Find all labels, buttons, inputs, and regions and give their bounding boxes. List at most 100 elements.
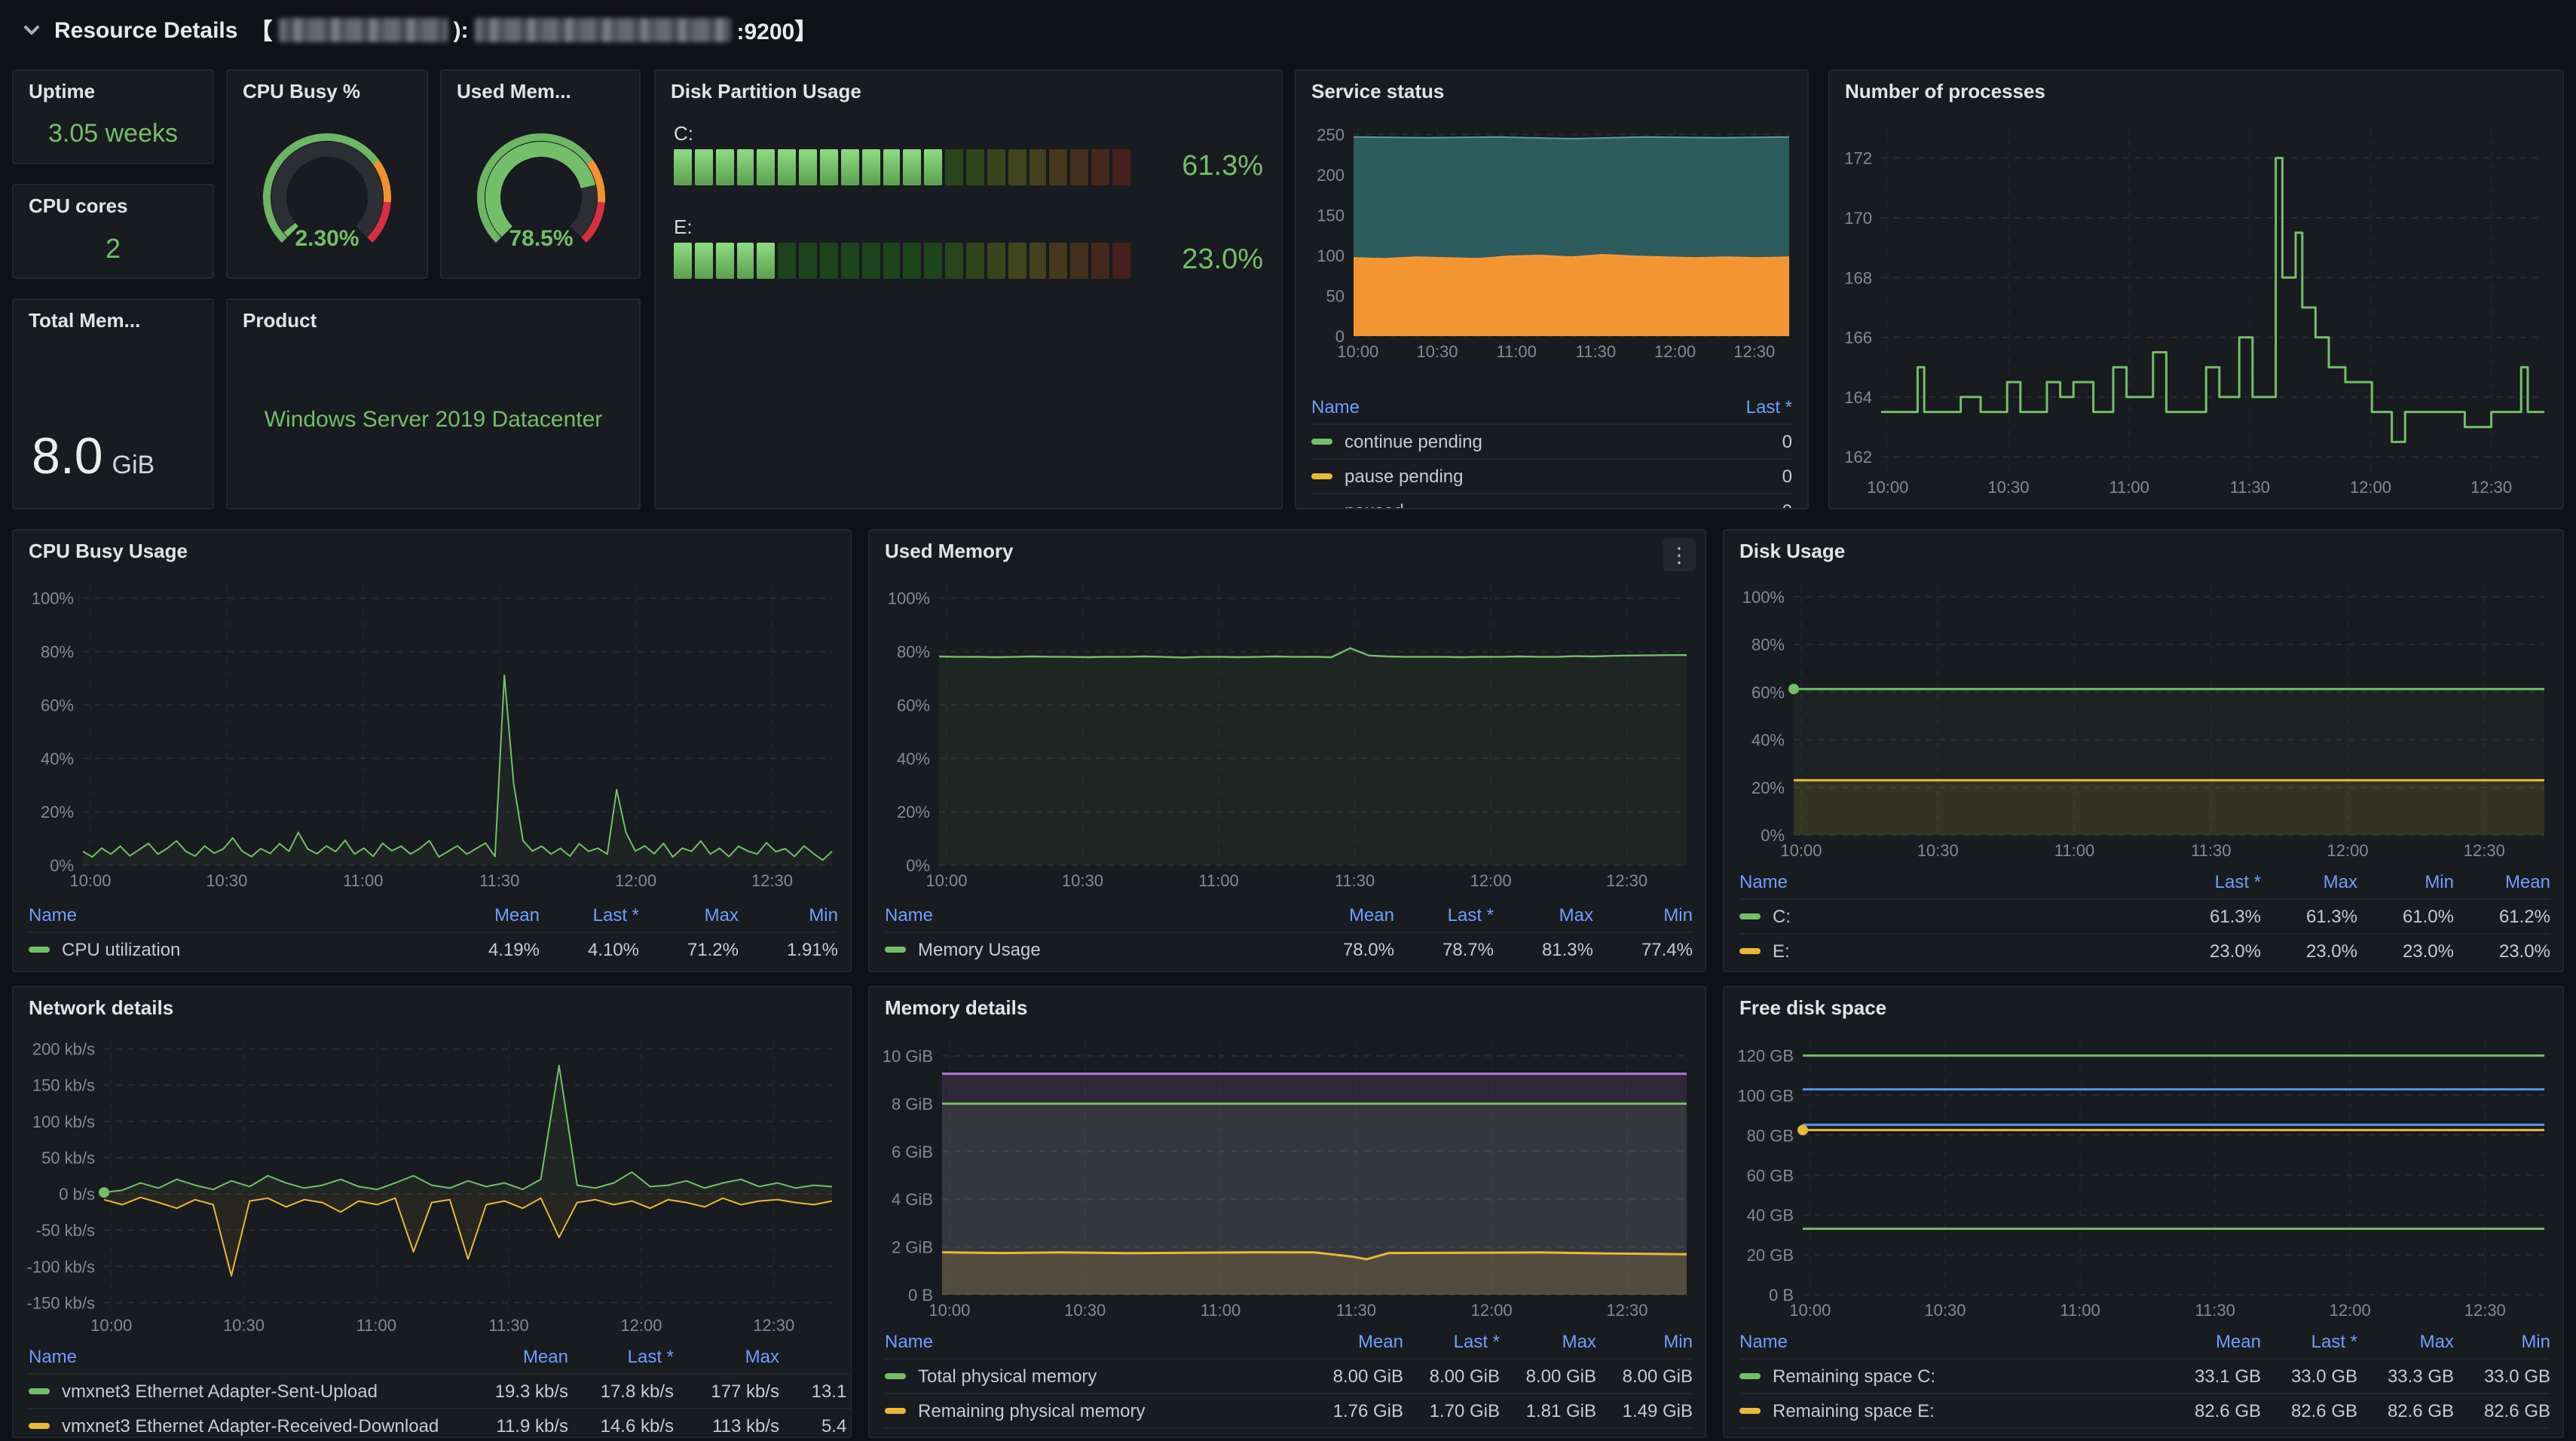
- legend-col-header[interactable]: Name: [885, 904, 1295, 925]
- legend-col-header[interactable]: Mean: [463, 1346, 568, 1367]
- legend-col-header[interactable]: Last *: [1403, 1331, 1500, 1352]
- legend-value: 77.4%: [1593, 939, 1693, 960]
- panel-title[interactable]: Number of processes: [1845, 80, 2045, 102]
- legend-row[interactable]: C:61.3%61.3%61.0%61.2%: [1739, 898, 2550, 933]
- series-name[interactable]: Remaining space E:: [1773, 1400, 1935, 1421]
- legend-col-header[interactable]: Last *: [1702, 396, 1792, 418]
- panel-title[interactable]: CPU Busy Usage: [29, 540, 188, 562]
- series-name[interactable]: C:: [1773, 906, 1791, 927]
- legend-col-header[interactable]: Last *: [2261, 1331, 2357, 1352]
- network-details-chart[interactable]: 200 kb/s150 kb/s100 kb/s50 kb/s0 b/s-50 …: [20, 1033, 844, 1337]
- page-title[interactable]: Resource Details: [54, 17, 237, 43]
- legend-row[interactable]: Memory Usage78.0%78.7%81.3%77.4%: [885, 932, 1693, 966]
- gauge-svg: 2.30%: [235, 115, 419, 266]
- legend-row[interactable]: Remaining space E:82.6 GB82.6 GB82.6 GB8…: [1739, 1393, 2550, 1427]
- legend-value: 0: [1702, 466, 1792, 487]
- panel-title[interactable]: Memory details: [885, 996, 1027, 1019]
- panel-title[interactable]: Total Mem...: [29, 309, 140, 332]
- series-name[interactable]: Total space C:: [1773, 1435, 1887, 1438]
- legend-col-header[interactable]: Min: [1593, 904, 1693, 925]
- svg-text:10:30: 10:30: [206, 871, 247, 890]
- legend-col-header[interactable]: Max: [2261, 871, 2357, 892]
- legend-col-header[interactable]: Name: [885, 1331, 1307, 1352]
- panel-title[interactable]: CPU Busy %: [243, 80, 360, 102]
- svg-text:200: 200: [1317, 166, 1345, 185]
- cpu-busy-usage-chart[interactable]: 0%20%40%60%80%100%10:0010:3011:0011:3012…: [20, 576, 844, 892]
- legend-col-header[interactable]: Last *: [540, 904, 639, 925]
- legend-header: NameLast *MaxMinMean: [1739, 865, 2550, 898]
- legend-row[interactable]: Remaining physical memory1.76 GiB1.70 Gi…: [885, 1393, 1693, 1427]
- legend-col-header[interactable]: Name: [1311, 396, 1702, 418]
- panel-title[interactable]: Uptime: [29, 80, 95, 102]
- free-disk-space-chart[interactable]: 0 B20 GB40 GB60 GB80 GB100 GB120 GB10:00…: [1730, 1033, 2556, 1322]
- legend-row[interactable]: continue pending0: [1311, 424, 1792, 458]
- legend-row[interactable]: paused0: [1311, 493, 1792, 508]
- service-status-chart[interactable]: 05010015020025010:0010:3011:0011:3012:00…: [1302, 119, 1801, 363]
- panel-title[interactable]: Used Mem...: [457, 80, 571, 102]
- legend-row[interactable]: CPU utilization4.19%4.10%71.2%1.91%: [29, 932, 838, 966]
- legend-row[interactable]: Remaining space C:33.1 GB33.0 GB33.3 GB3…: [1739, 1358, 2550, 1393]
- series-name[interactable]: CPU utilization: [62, 939, 180, 960]
- series-name[interactable]: continue pending: [1345, 431, 1482, 452]
- series-color-swatch: [1311, 473, 1332, 479]
- used-memory-chart[interactable]: 0%20%40%60%80%100%10:0010:3011:0011:3012…: [876, 576, 1699, 892]
- legend-col-header[interactable]: Max: [1494, 904, 1593, 925]
- series-name[interactable]: pause pending: [1345, 466, 1464, 487]
- series-name[interactable]: Remaining space C:: [1773, 1366, 1935, 1387]
- legend-col-header[interactable]: Mean: [1307, 1331, 1403, 1352]
- legend-value: 5.4 kb/s: [779, 1415, 850, 1436]
- series-name[interactable]: Total physical memory: [918, 1366, 1097, 1387]
- series-name[interactable]: E:: [1773, 941, 1790, 962]
- legend-col-header[interactable]: Mean: [440, 904, 540, 925]
- legend-col-header[interactable]: Max: [639, 904, 739, 925]
- chevron-down-icon[interactable]: [21, 20, 42, 41]
- panel-title[interactable]: Free disk space: [1739, 996, 1886, 1019]
- series-name[interactable]: vmxnet3 Ethernet Adapter-Sent-Upload: [62, 1381, 378, 1402]
- legend-value: 1.70 GiB: [1403, 1400, 1500, 1421]
- legend-col-header[interactable]: Min: [1596, 1331, 1693, 1352]
- panel-title[interactable]: Service status: [1311, 80, 1444, 102]
- legend-row[interactable]: Virtual memory9.25 GiB9.25 GiB9.25 GiB9.…: [885, 1427, 1693, 1438]
- legend-value: 61.3%: [2165, 906, 2261, 927]
- series-name[interactable]: Virtual memory: [918, 1435, 1039, 1438]
- svg-text:2.30%: 2.30%: [295, 225, 359, 250]
- disk-usage-chart[interactable]: 0%20%40%60%80%100%10:0010:3011:0011:3012…: [1730, 576, 2556, 862]
- legend-col-header[interactable]: Max: [674, 1346, 779, 1367]
- panel-title[interactable]: CPU cores: [29, 194, 128, 217]
- legend-col-header[interactable]: Min: [739, 904, 838, 925]
- series-name[interactable]: Memory Usage: [918, 939, 1041, 960]
- legend-col-header[interactable]: Max: [2357, 1331, 2454, 1352]
- svg-text:40%: 40%: [897, 749, 930, 768]
- legend-col-header[interactable]: Last *: [1394, 904, 1494, 925]
- legend-row[interactable]: E:23.0%23.0%23.0%23.0%: [1739, 933, 2550, 968]
- legend-col-header[interactable]: Name: [1739, 1331, 2165, 1352]
- series-name[interactable]: vmxnet3 Ethernet Adapter-Received-Downlo…: [62, 1415, 439, 1436]
- series-name[interactable]: paused: [1345, 500, 1404, 508]
- legend-col-header[interactable]: Name: [1739, 871, 2165, 892]
- panel-title[interactable]: Network details: [29, 996, 173, 1019]
- legend-col-header[interactable]: Mean: [2454, 871, 2550, 892]
- legend-row[interactable]: vmxnet3 Ethernet Adapter-Sent-Upload19.3…: [29, 1373, 850, 1408]
- legend-col-header[interactable]: Last *: [2165, 871, 2261, 892]
- legend-row[interactable]: Total physical memory8.00 GiB8.00 GiB8.0…: [885, 1358, 1693, 1393]
- panel-title[interactable]: Used Memory: [885, 540, 1014, 562]
- legend-row[interactable]: vmxnet3 Ethernet Adapter-Received-Downlo…: [29, 1408, 850, 1436]
- processes-chart[interactable]: 16216416616817017210:0010:3011:0011:3012…: [1836, 119, 2556, 499]
- legend-row[interactable]: pause pending 0: [1311, 458, 1792, 493]
- legend-col-header[interactable]: Min: [779, 1346, 850, 1367]
- legend-col-header[interactable]: Mean: [2165, 1331, 2261, 1352]
- legend-col-header[interactable]: Min: [2454, 1331, 2550, 1352]
- legend-col-header[interactable]: Mean: [1295, 904, 1394, 925]
- legend-col-header[interactable]: Min: [2357, 871, 2454, 892]
- legend-col-header[interactable]: Name: [29, 904, 440, 925]
- legend-col-header[interactable]: Last *: [568, 1346, 674, 1367]
- legend-col-header[interactable]: Name: [29, 1346, 463, 1367]
- memory-details-chart[interactable]: 0 B2 GiB4 GiB6 GiB8 GiB10 GiB10:0010:301…: [876, 1033, 1699, 1322]
- legend-col-header[interactable]: Max: [1500, 1331, 1596, 1352]
- panel-menu-icon[interactable]: ⋮: [1663, 538, 1696, 571]
- panel-title[interactable]: Disk Partition Usage: [671, 80, 861, 102]
- panel-title[interactable]: Product: [243, 309, 317, 332]
- panel-title[interactable]: Disk Usage: [1739, 540, 1845, 562]
- series-name[interactable]: Remaining physical memory: [918, 1400, 1145, 1421]
- legend-row[interactable]: Total space C:85.3 GB85.3 GB85.3 GB85.3 …: [1739, 1427, 2550, 1438]
